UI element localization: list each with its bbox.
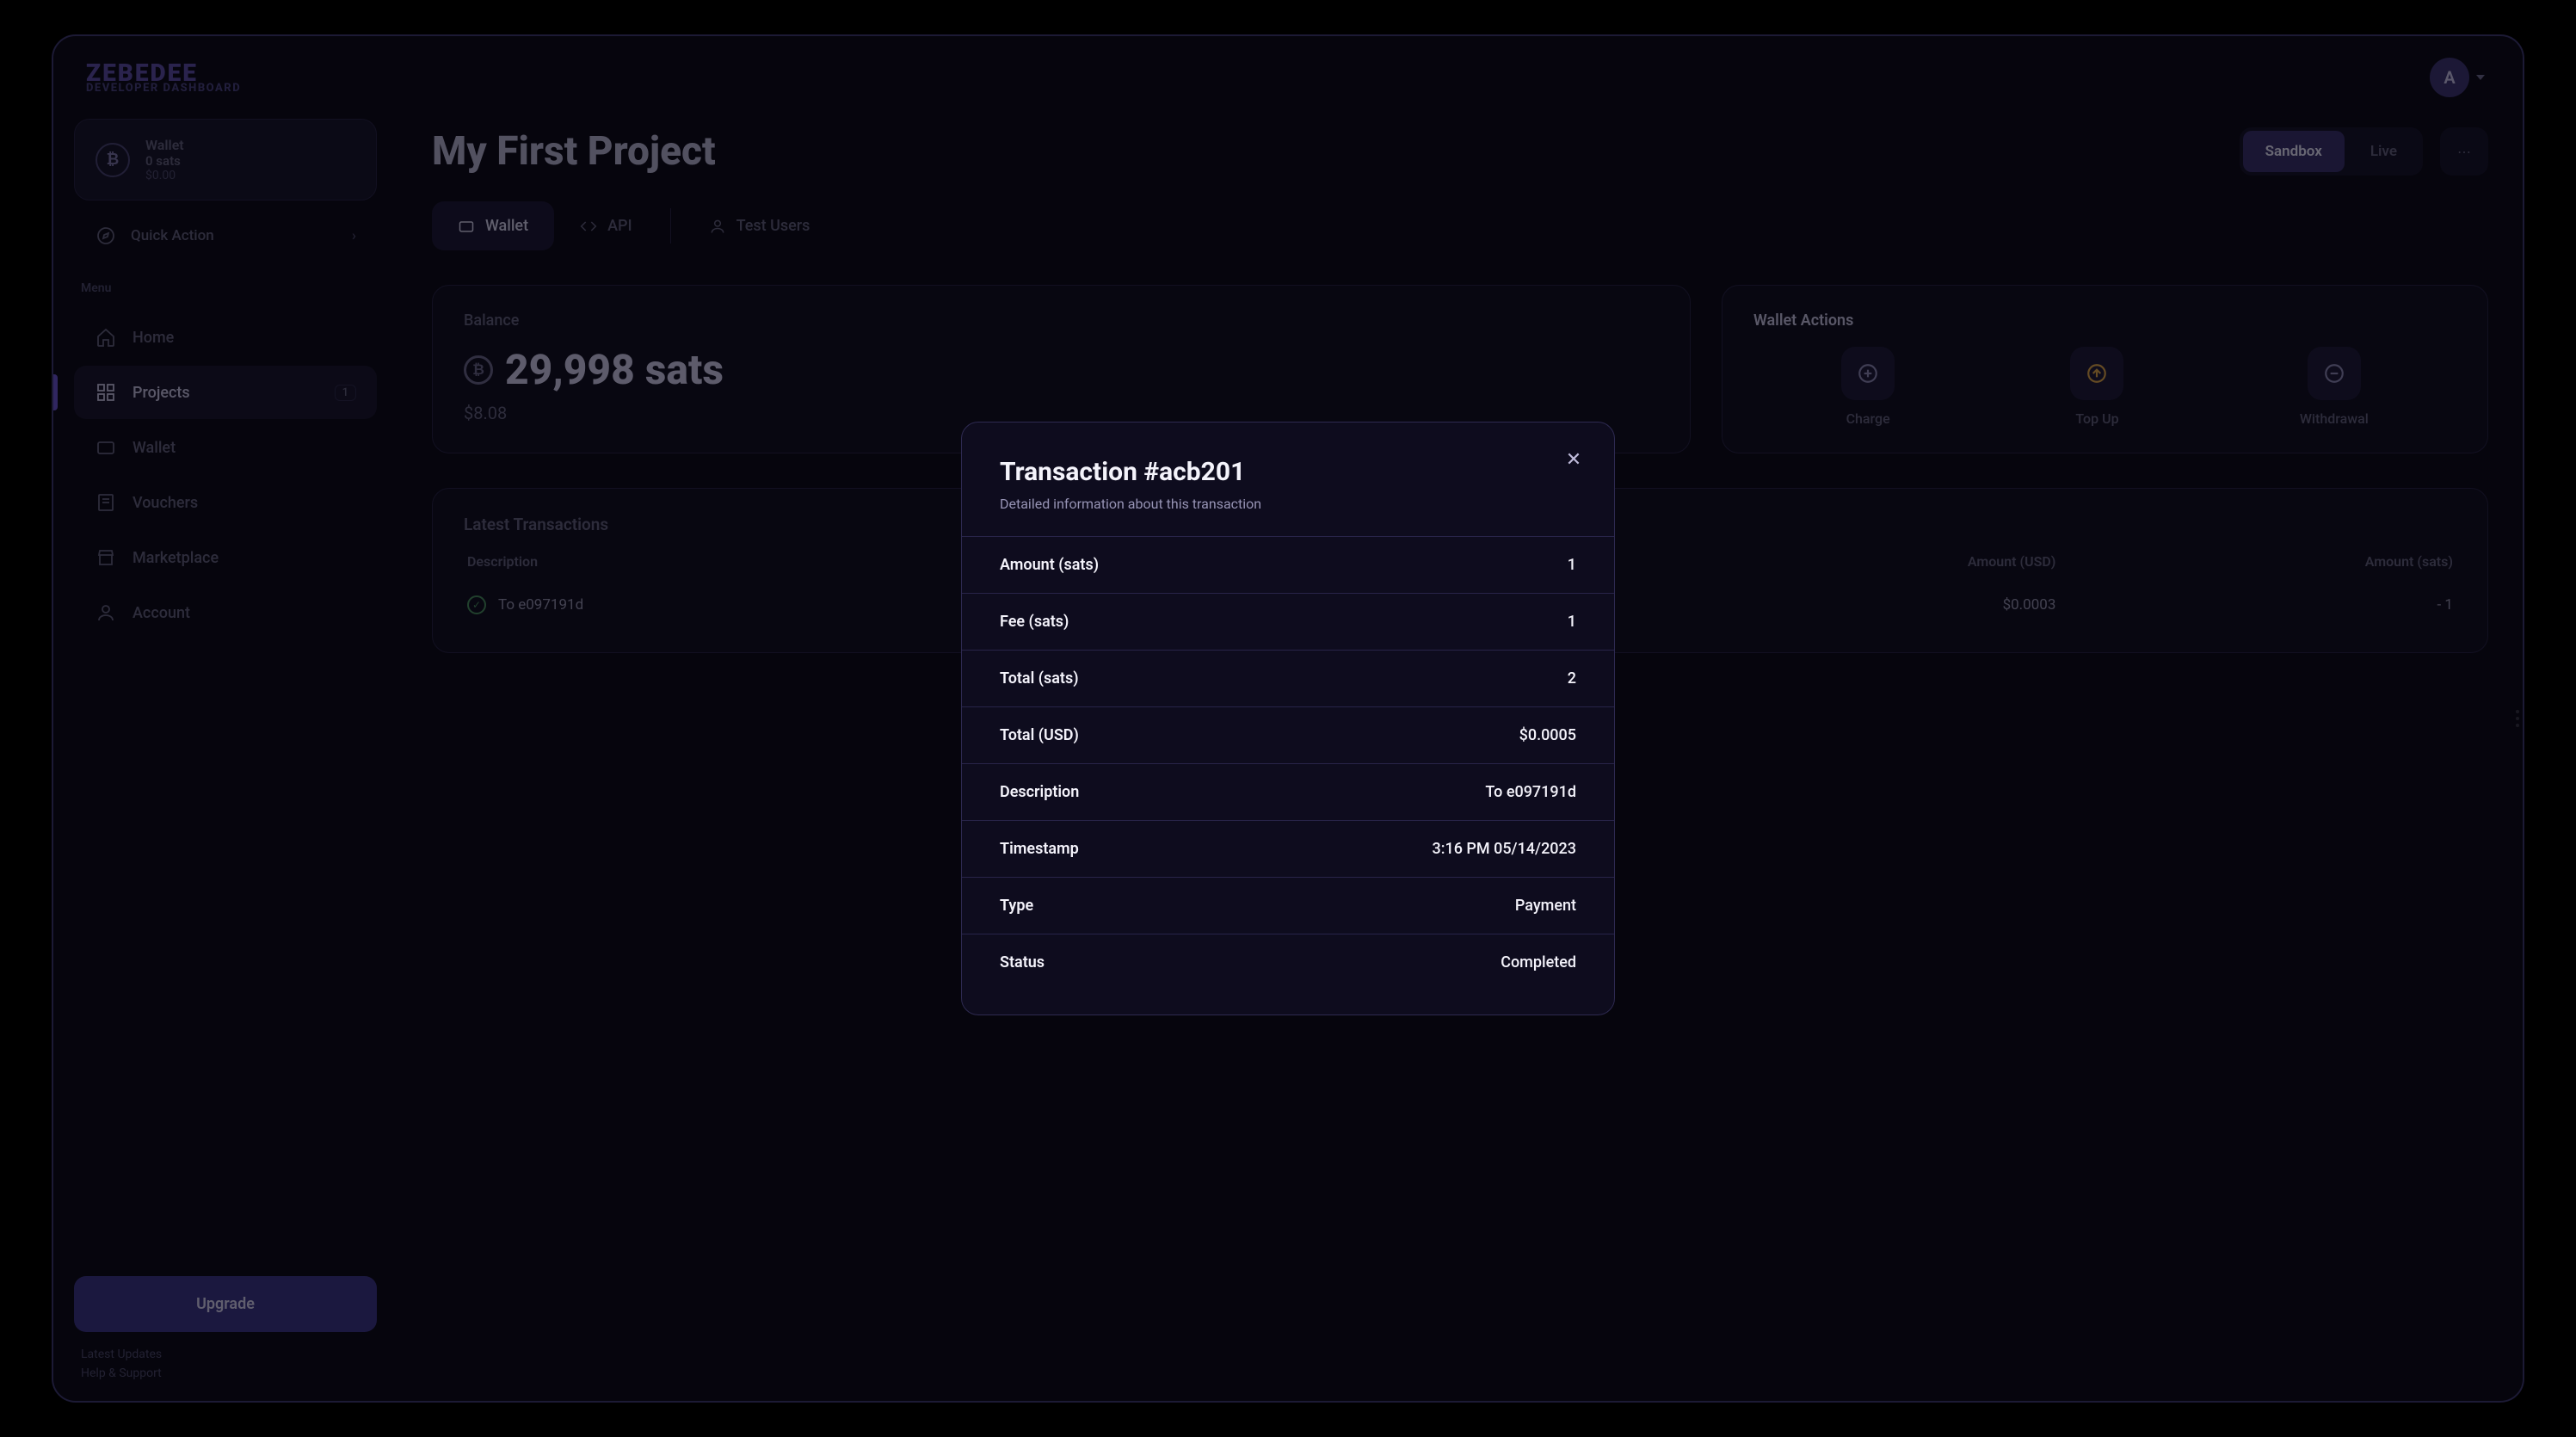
modal-value: 3:16 PM 05/14/2023 bbox=[1432, 840, 1576, 858]
transaction-detail-modal: ✕ Transaction #acb201 Detailed informati… bbox=[961, 422, 1615, 1015]
modal-header: Transaction #acb201 Detailed information… bbox=[962, 457, 1614, 536]
modal-value: $0.0005 bbox=[1519, 726, 1576, 744]
modal-row-amount: Amount (sats) 1 bbox=[962, 536, 1614, 593]
modal-value: Payment bbox=[1515, 897, 1576, 915]
modal-key: Status bbox=[1000, 953, 1045, 971]
modal-row-description: Description To e097191d bbox=[962, 763, 1614, 820]
modal-row-total-sats: Total (sats) 2 bbox=[962, 650, 1614, 706]
app-window: ZEBEDEE DEVELOPER DASHBOARD A ₿ Wallet 0… bbox=[52, 34, 2524, 1403]
modal-key: Total (USD) bbox=[1000, 726, 1079, 744]
modal-value: 2 bbox=[1568, 669, 1576, 688]
modal-key: Fee (sats) bbox=[1000, 613, 1069, 631]
modal-row-timestamp: Timestamp 3:16 PM 05/14/2023 bbox=[962, 820, 1614, 877]
modal-row-type: Type Payment bbox=[962, 877, 1614, 934]
modal-title: Transaction #acb201 bbox=[1000, 457, 1576, 487]
close-icon: ✕ bbox=[1566, 449, 1581, 471]
modal-value: 1 bbox=[1568, 613, 1576, 631]
modal-close-button[interactable]: ✕ bbox=[1559, 445, 1588, 474]
modal-row-total-usd: Total (USD) $0.0005 bbox=[962, 706, 1614, 763]
modal-value: To e097191d bbox=[1485, 783, 1576, 801]
modal-key: Type bbox=[1000, 897, 1033, 915]
modal-value: 1 bbox=[1568, 556, 1576, 574]
modal-row-status: Status Completed bbox=[962, 934, 1614, 990]
modal-key: Total (sats) bbox=[1000, 669, 1079, 688]
modal-value: Completed bbox=[1501, 953, 1576, 971]
modal-subtitle: Detailed information about this transact… bbox=[1000, 496, 1576, 512]
modal-key: Amount (sats) bbox=[1000, 556, 1099, 574]
modal-key: Description bbox=[1000, 783, 1079, 801]
modal-key: Timestamp bbox=[1000, 840, 1079, 858]
modal-row-fee: Fee (sats) 1 bbox=[962, 593, 1614, 650]
